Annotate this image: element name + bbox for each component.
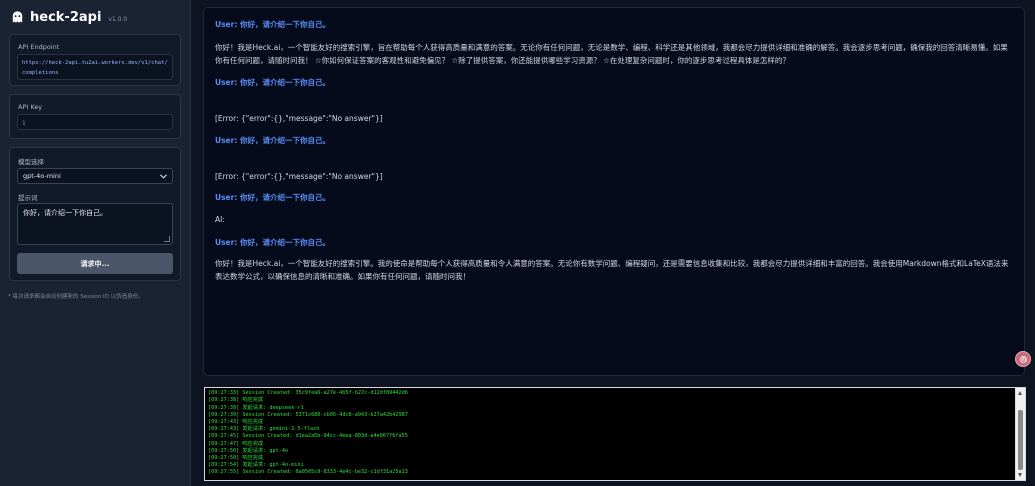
chat-message-user: User: 你好，请介绍一下你自己。 [215, 78, 330, 87]
apikey-label: API Key [18, 103, 43, 111]
app-title: heck-2api [30, 9, 102, 25]
scroll-up-icon[interactable] [1018, 391, 1022, 395]
log-line: [09:27:45] Session Created: d1ea2a5b-94c… [208, 433, 408, 440]
log-line: [09:27:54] 发起请求: gpt-4o-mini [208, 462, 304, 469]
log-line: [09:27:39] Session Created: 5371c680-cb0… [208, 411, 408, 418]
chat-message-user: User: 你好，请介绍一下你自己。 [215, 20, 330, 29]
chat-message-user: User: 你好，请介绍一下你自己。 [215, 136, 330, 145]
endpoint-value: https://heck-2api.tu2ai.workers.dev/v1/c… [22, 60, 168, 76]
endpoint-field[interactable]: https://heck-2api.tu2ai.workers.dev/v1/c… [17, 54, 173, 80]
log-line: [09:27:43] 响应完成 [208, 419, 264, 426]
apikey-value: 1 [22, 120, 26, 127]
log-line: [09:27:33] Session Created: 35c9fea6-a27… [208, 390, 408, 397]
ghost-icon [12, 10, 23, 23]
scroll-down-icon[interactable] [1018, 473, 1022, 477]
log-line: [09:27:50] 发起请求: gpt-4o [208, 447, 289, 454]
chat-message-ai: [Error: {"error":{},"message":"No answer… [215, 114, 383, 123]
submit-button[interactable]: 请求中... [17, 253, 173, 274]
model-select[interactable]: gpt-4o-mini [17, 168, 173, 184]
prompt-textarea[interactable]: 你好，请介绍一下你自己。 [17, 203, 173, 245]
resize-handle-icon[interactable] [164, 236, 170, 242]
log-line: [09:27:55] Session Created: 0a0505c9-833… [208, 469, 408, 476]
chat-message-ai: 你好！我是Heck.ai，一个智能友好的搜索引擎，旨在帮助每个人获得高质量和满意… [215, 43, 1008, 65]
apikey-field[interactable]: 1 [17, 114, 173, 130]
chat-message-ai: AI: [215, 215, 225, 224]
chat-message-user: User: 你好，请介绍一下你自己。 [215, 193, 330, 202]
log-line: [09:27:43] 发起请求: gemini-2.5-flash [208, 426, 320, 433]
chevron-down-icon [160, 173, 167, 179]
chat-panel: User: 你好，请介绍一下你自己。 你好！我是Heck.ai，一个智能友好的搜… [203, 7, 1025, 376]
session-note: * 每次请求都会自动创建新的 Session ID 以伪造身份。 [8, 294, 144, 300]
endpoint-label: API Endpoint [18, 43, 60, 51]
assistant-avatar-icon[interactable] [1015, 351, 1031, 367]
brand: heck-2api v1.0.0 [10, 7, 127, 27]
model-selected-value: gpt-4o-mini [23, 172, 61, 180]
log-console[interactable]: [09:27:30] 发起请求: gpt-4o[09:27:33] Sessio… [204, 387, 1026, 481]
apikey-card: API Key 1 [9, 94, 181, 139]
app-version: v1.0.0 [108, 15, 128, 23]
log-line: [09:27:50] 响应完成 [208, 455, 264, 462]
log-lines: [09:27:30] 发起请求: gpt-4o[09:27:33] Sessio… [208, 388, 1008, 477]
endpoint-card: API Endpoint https://heck-2api.tu2ai.wor… [9, 34, 181, 86]
log-line: [09:27:47] 响应完成 [208, 440, 264, 447]
model-label: 模型选择 [18, 158, 44, 166]
sidebar: heck-2api v1.0.0 API Endpoint https://he… [0, 0, 191, 486]
chat-message-user: User: 你好，请介绍一下你自己。 [215, 238, 330, 247]
prompt-value: 你好，请介绍一下你自己。 [23, 209, 107, 217]
chat-message-ai: [Error: {"error":{},"message":"No answer… [215, 172, 383, 181]
log-scrollbar[interactable] [1015, 388, 1025, 480]
face-icon [1019, 355, 1027, 363]
log-line: [09:27:38] 响应完成 [208, 397, 264, 404]
chat-message-ai: 你好！我是Heck.ai，一个智能友好的搜索引擎。我的使命是帮助每个人获得高质量… [215, 259, 1009, 281]
request-card: 模型选择 gpt-4o-mini 提示词 你好，请介绍一下你自己。 请求中... [9, 147, 181, 281]
scroll-thumb[interactable] [1018, 410, 1023, 470]
prompt-label: 提示词 [18, 194, 38, 202]
log-line: [09:27:39] 发起请求: deepseek-r1 [208, 404, 304, 411]
